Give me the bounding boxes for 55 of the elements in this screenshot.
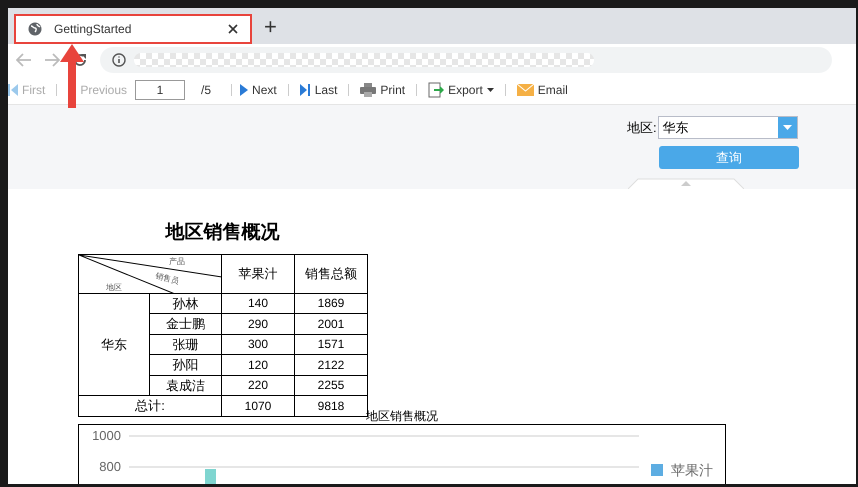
forward-icon[interactable] (44, 53, 60, 67)
column-header: 销售总额 (294, 254, 368, 293)
new-tab-button[interactable]: + (264, 14, 277, 40)
header-label: 产品 (169, 256, 185, 268)
info-icon (112, 53, 126, 67)
region-label: 地区: (627, 118, 657, 137)
chart-title: 地区销售概况 (365, 408, 439, 424)
table-cell: 张珊 (150, 334, 222, 354)
next-button[interactable]: Next (240, 81, 277, 99)
table-cell: 2001 (294, 314, 368, 334)
table-cell: 华东 (78, 293, 150, 396)
table-cell: 120 (222, 354, 294, 375)
chart-bar (205, 469, 216, 484)
table-cell: 2122 (294, 354, 368, 375)
printer-icon (360, 83, 376, 97)
address-bar[interactable] (100, 47, 832, 73)
last-page-icon (300, 84, 311, 96)
export-button[interactable]: Export (428, 81, 494, 99)
region-dropdown[interactable]: 华东 (658, 116, 798, 139)
axis-tick-label: 800 (99, 460, 121, 474)
table-cell: 1070 (222, 396, 294, 416)
page-number-field[interactable]: 1 (135, 80, 186, 100)
page-total: /5 (201, 82, 212, 99)
table-cell: 290 (222, 314, 294, 334)
table-cell: 1571 (294, 334, 368, 354)
collapse-tab-icon[interactable] (628, 177, 744, 189)
browser-tab[interactable]: GettingStarted (14, 14, 252, 44)
table-cell: 300 (222, 334, 294, 354)
report-title: 地区销售概况 (164, 221, 280, 245)
axis-tick-label: 1000 (92, 429, 121, 443)
table-cell: 金士鹏 (150, 314, 222, 334)
envelope-icon (516, 84, 534, 96)
table-cell: 袁成洁 (150, 375, 222, 396)
last-button[interactable]: Last (300, 81, 338, 99)
export-icon (428, 82, 444, 98)
table-cell: 9818 (294, 396, 368, 416)
table-cell: 总计: (78, 396, 222, 416)
table-cell: 1869 (294, 293, 368, 314)
header-label: 地区 (106, 282, 122, 294)
caret-icon (486, 88, 494, 92)
email-button[interactable]: Email (516, 81, 568, 99)
print-button[interactable]: Print (360, 81, 406, 99)
first-page-icon (8, 84, 18, 96)
close-icon[interactable] (228, 24, 238, 34)
table-cell: 孙阳 (150, 354, 222, 375)
table-cell: 140 (222, 293, 294, 314)
legend-label: 苹果汁 (671, 461, 713, 479)
globe-icon (28, 22, 42, 36)
table-cell: 2255 (294, 375, 368, 396)
table-cell: 孙林 (150, 293, 222, 314)
column-header: 苹果汁 (222, 254, 294, 293)
header-label: 销售员 (154, 270, 180, 288)
back-icon[interactable] (16, 53, 32, 67)
play-icon (240, 84, 248, 96)
table-cell: 220 (222, 375, 294, 396)
